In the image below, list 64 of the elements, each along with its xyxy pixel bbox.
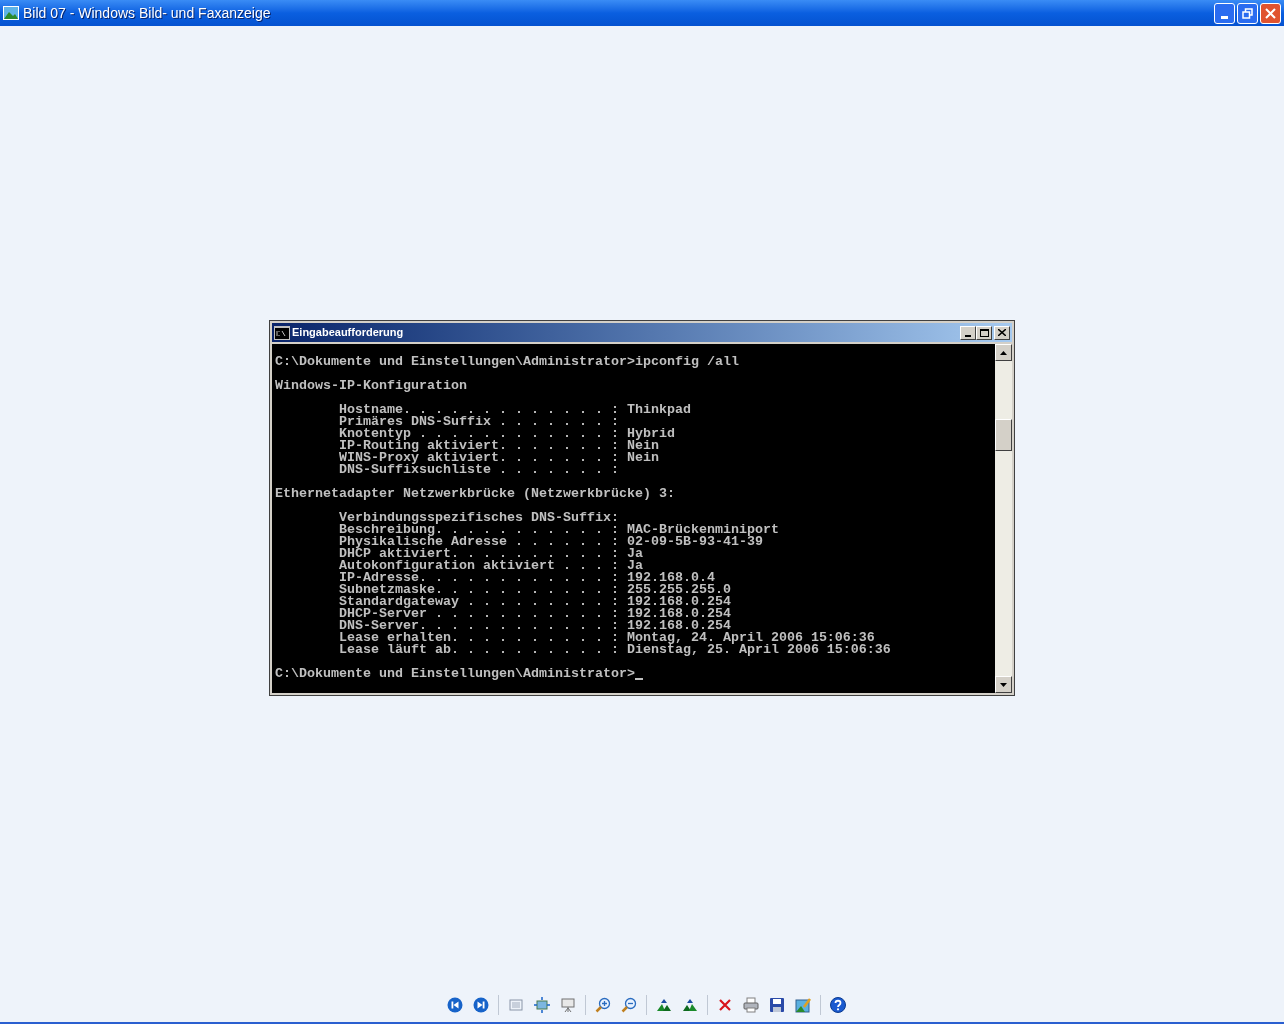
- help-icon: [829, 997, 846, 1013]
- zoom-in-icon: [594, 997, 611, 1013]
- down-arrow-icon: [1000, 682, 1007, 687]
- help-button[interactable]: [828, 996, 847, 1014]
- console-line: Autokonfiguration aktiviert . . . : Ja: [338, 560, 643, 572]
- window-title: Bild 07 - Windows Bild- und Faxanzeige: [23, 3, 271, 23]
- console-line: WINS-Proxy aktiviert. . . . . . . : Nein: [338, 452, 659, 464]
- console-line: Beschreibung. . . . . . . . . . . : MAC-Brückenminiport: [338, 524, 779, 536]
- best-fit-icon: [507, 997, 524, 1013]
- save-button[interactable]: [767, 996, 786, 1014]
- previous-icon: [446, 997, 463, 1013]
- zoom-in-button[interactable]: [593, 996, 612, 1014]
- save-icon: [768, 997, 785, 1013]
- projector-screen-button[interactable]: [558, 996, 577, 1014]
- console-line: Ethernetadapter Netzwerkbrücke (Netzwerkbrücke) 3:: [275, 488, 675, 500]
- console-line: Verbindungsspezifisches DNS-Suffix:: [338, 512, 619, 524]
- edit-picture-icon: [794, 997, 811, 1013]
- console-line: Subnetzmaske. . . . . . . . . . . : 255.255.255.0: [338, 584, 731, 596]
- console-line: Primäres DNS-Suffix . . . . . . . :: [338, 416, 619, 428]
- printer-button[interactable]: [741, 996, 760, 1014]
- scroll-down-button[interactable]: [995, 676, 1012, 693]
- printer-icon: [742, 997, 759, 1013]
- console-line: Knotentyp . . . . . . . . . . . . : Hybrid: [338, 428, 675, 440]
- next-icon: [472, 997, 489, 1013]
- minimize-button[interactable]: [960, 325, 976, 340]
- maximize-button[interactable]: [976, 325, 992, 340]
- actual-size-button[interactable]: [532, 996, 551, 1014]
- console-title: Eingabeaufforderung: [292, 325, 404, 341]
- picture-icon: [3, 5, 19, 21]
- console-line: Lease läuft ab. . . . . . . . . . : Dienstag, 25. April 2006 15:06:36: [338, 644, 891, 656]
- next-button[interactable]: [471, 996, 490, 1014]
- console-line: DNS-Server. . . . . . . . . . . . : 192.168.0.254: [338, 620, 731, 632]
- console-line: Physikalische Adresse . . . . . . : 02-09-5B-93-41-39: [338, 536, 763, 548]
- console-line: C:\Dokumente und Einstellungen\Administrator>: [275, 668, 635, 680]
- console-line: C:\Dokumente und Einstellungen\Administrator>ipconfig /all: [275, 356, 739, 368]
- restore-icon: [1242, 7, 1253, 19]
- console-line: Standardgateway . . . . . . . . . : 192.168.0.254: [338, 596, 731, 608]
- scroll-up-button[interactable]: [995, 344, 1012, 361]
- console-line: Windows-IP-Konfiguration: [275, 380, 467, 392]
- text-cursor: [634, 678, 643, 680]
- rotate-clockwise-icon: [655, 997, 672, 1013]
- close-icon: [1265, 7, 1276, 19]
- actual-size-icon: [533, 997, 550, 1013]
- console-line: Lease erhalten. . . . . . . . . . : Montag, 24. April 2006 15:06:36: [338, 632, 875, 644]
- edit-picture-button[interactable]: [793, 996, 812, 1014]
- up-arrow-icon: [1000, 350, 1007, 355]
- projector-screen-icon: [559, 997, 576, 1013]
- zoom-out-button[interactable]: [619, 996, 638, 1014]
- previous-button[interactable]: [445, 996, 464, 1014]
- close-button[interactable]: [994, 325, 1010, 340]
- console-line: Hostname. . . . . . . . . . . . . : Thinkpad: [338, 404, 691, 416]
- restore-button[interactable]: [1237, 2, 1258, 24]
- close-icon: [998, 329, 1006, 336]
- scrollbar[interactable]: [995, 344, 1012, 693]
- console-line: DHCP aktiviert. . . . . . . . . . : Ja: [338, 548, 643, 560]
- scroll-thumb[interactable]: [995, 419, 1012, 451]
- console-line: IP-Adresse. . . . . . . . . . . . : 192.168.0.4: [338, 572, 715, 584]
- delete-icon: [716, 997, 733, 1013]
- console-line: DNS-Suffixsuchliste . . . . . . . :: [338, 464, 619, 476]
- console-line: IP-Routing aktiviert. . . . . . . : Nein: [338, 440, 659, 452]
- rotate-counterclockwise-icon: [681, 997, 698, 1013]
- zoom-out-icon: [620, 997, 637, 1013]
- console-line: DHCP-Server . . . . . . . . . . . : 192.168.0.254: [338, 608, 731, 620]
- console-icon: [274, 325, 290, 340]
